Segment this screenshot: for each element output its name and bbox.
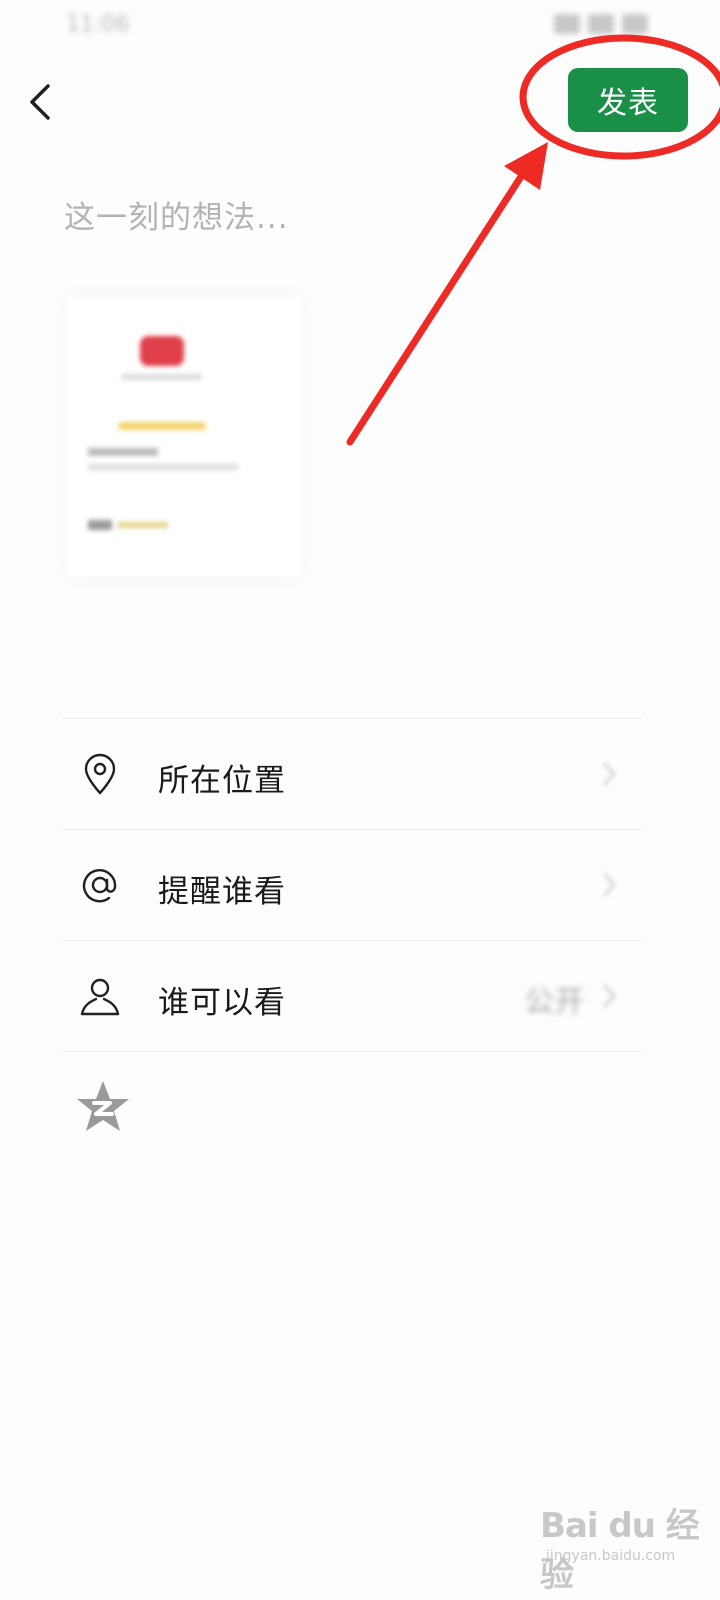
watermark-logo: Bai du 经验 [540, 1506, 700, 1595]
annotation-arrow-head [504, 142, 548, 190]
card-rating [118, 422, 206, 430]
chevron-left-icon [30, 84, 50, 120]
menu-item-location[interactable]: 所在位置 [62, 719, 642, 829]
divider [62, 1051, 642, 1052]
thoughts-input[interactable]: 这一刻的想法... [64, 192, 644, 242]
menu-item-visibility[interactable]: 谁可以看 公开 [62, 941, 642, 1051]
watermark-url: jingyan.baidu.com [546, 1548, 676, 1564]
wifi-icon [554, 14, 580, 34]
menu-item-label: 谁可以看 [158, 985, 286, 1021]
person-icon [80, 978, 120, 1016]
menu-item-label: 提醒谁看 [158, 874, 286, 910]
signal-icon [588, 14, 614, 34]
chevron-right-icon [603, 984, 616, 1008]
status-bar: 11:06 [0, 0, 720, 56]
card-text-line [88, 448, 158, 456]
qzone-star-icon[interactable] [74, 1078, 132, 1136]
watermark: Bai du 经验 jingyan.baidu.com [540, 1490, 700, 1595]
chevron-right-icon [603, 873, 616, 897]
chevron-right-icon [603, 762, 616, 786]
options-menu: 所在位置 提醒谁看 谁可以看 公开 [62, 718, 642, 1052]
publish-button[interactable]: 发表 [568, 68, 688, 132]
status-icons [554, 14, 648, 34]
card-subtitle [122, 374, 202, 380]
menu-item-mention[interactable]: 提醒谁看 [62, 830, 642, 940]
menu-item-label: 所在位置 [158, 763, 286, 799]
visibility-value: 公开 [524, 985, 584, 1020]
card-logo [140, 336, 184, 366]
status-time: 11:06 [66, 12, 130, 37]
battery-icon [622, 14, 648, 34]
attached-image-card[interactable] [66, 296, 302, 578]
at-icon [82, 869, 117, 903]
location-pin-icon [84, 753, 116, 795]
card-text-line [88, 520, 112, 530]
card-text-line [88, 464, 238, 470]
card-text-line [118, 522, 168, 528]
back-button[interactable] [22, 72, 62, 132]
